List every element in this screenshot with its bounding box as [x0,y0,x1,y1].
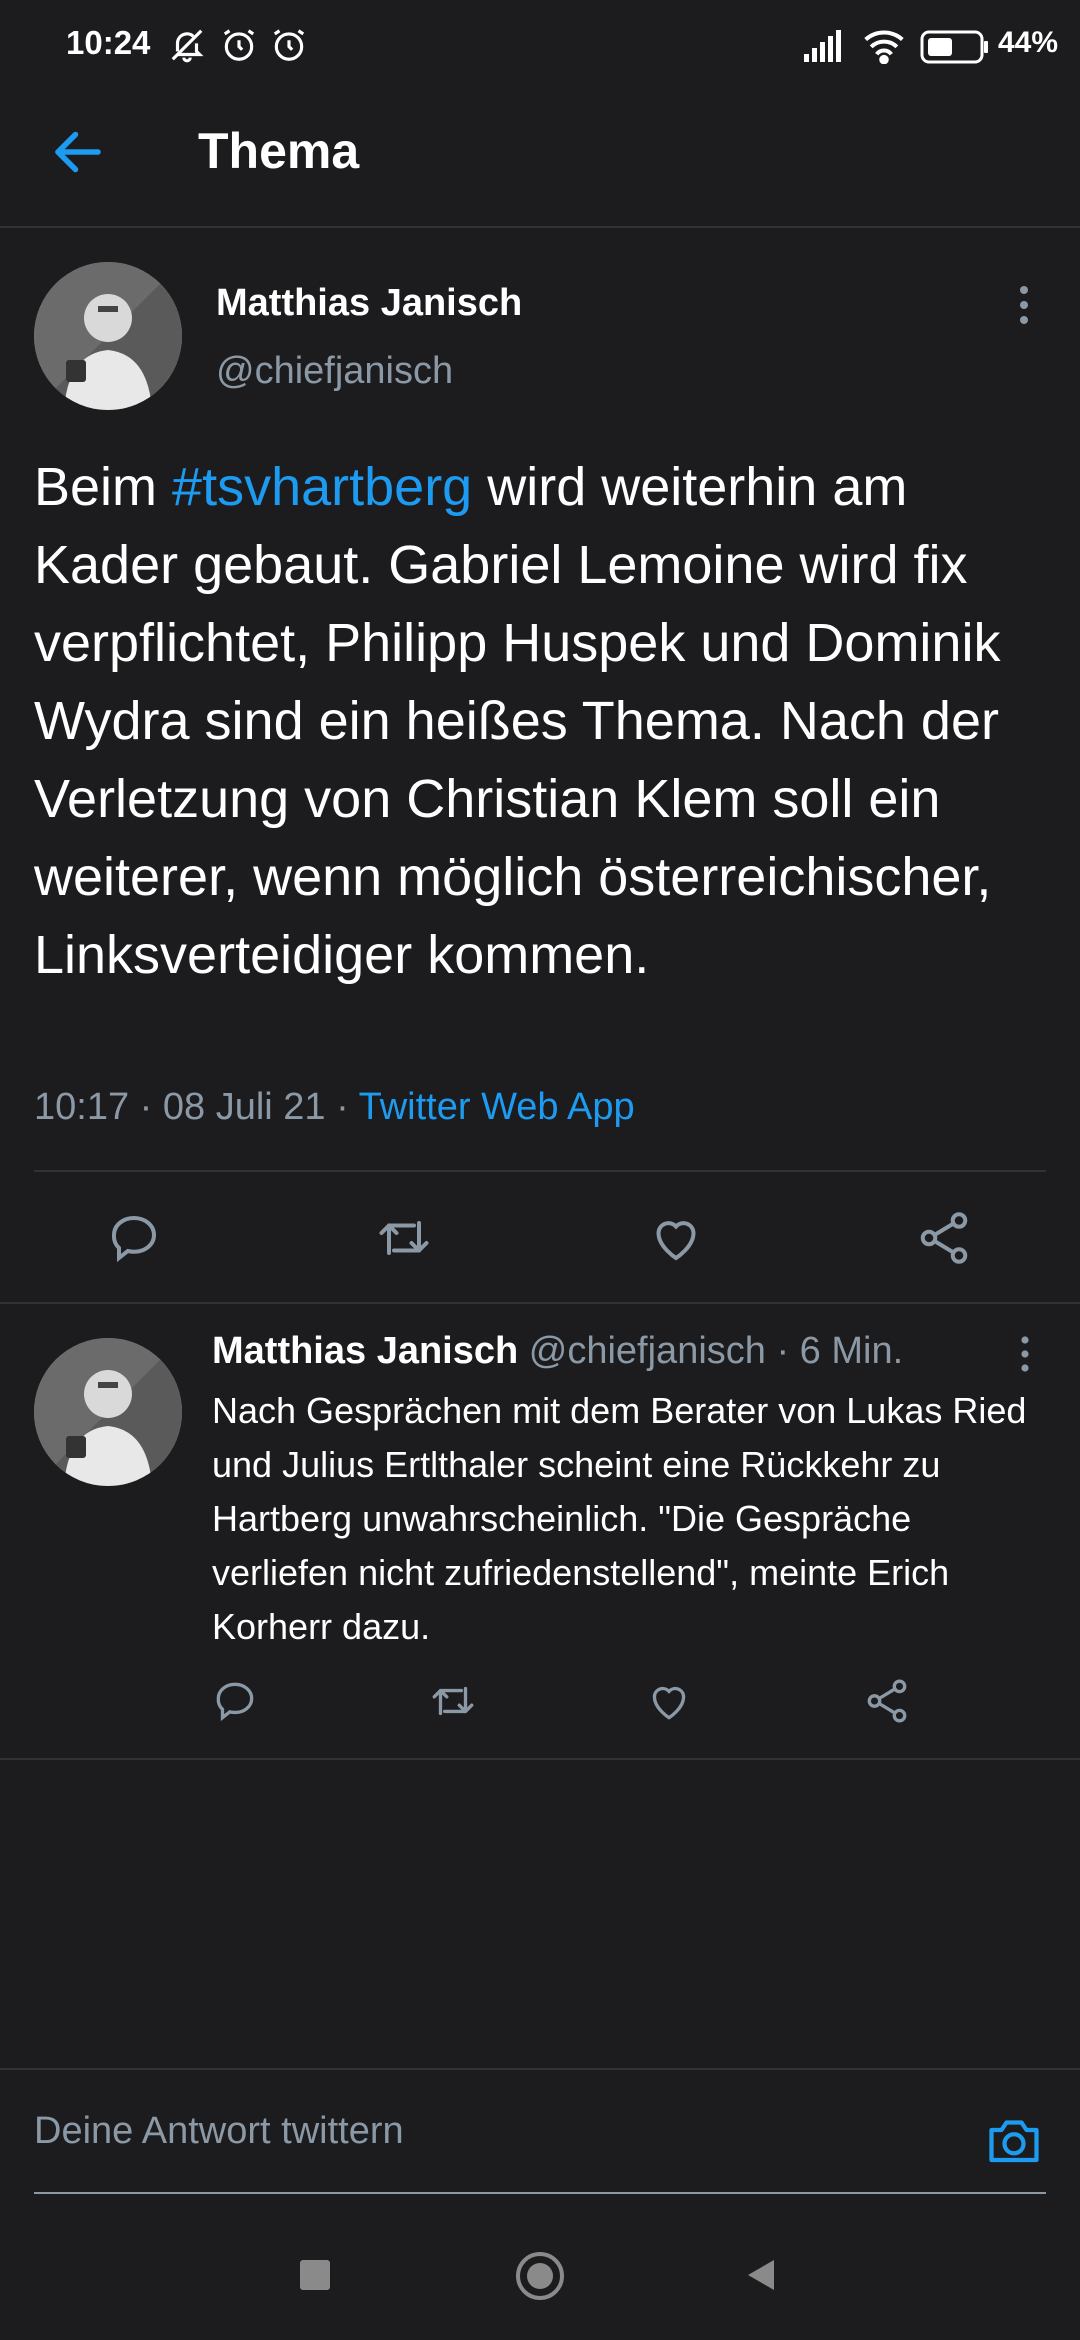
tweet-text: Beim #tsvhartberg wird weiterhin am Kade… [34,448,1044,994]
tweet-author-name[interactable]: Matthias Janisch [216,282,522,325]
share-icon[interactable] [862,1676,912,1726]
reply-icon[interactable] [104,1208,164,1268]
notifications-off-icon [168,26,206,69]
reply-compose-input[interactable] [34,2110,934,2153]
reply-author-name[interactable]: Matthias Janisch [212,1330,518,1372]
share-icon[interactable] [914,1208,974,1268]
tweet-text-part: wird weiterhin am Kader gebaut. Gabriel … [34,457,1001,985]
battery-percent: 44% [998,26,1059,59]
status-time: 10:24 [66,24,151,61]
camera-icon[interactable] [984,2110,1044,2170]
page-title: Thema [198,123,360,179]
divider [0,1302,1080,1304]
tweet-timestamp: 10:17 · 08 Juli 21 · [34,1086,359,1128]
divider [0,1758,1080,1760]
back-button[interactable] [736,2250,786,2300]
tweet-author-handle[interactable]: @chiefjanisch [216,350,453,393]
battery-icon [920,30,990,69]
tweet-meta: 10:17 · 08 Juli 21 · Twitter Web App [34,1086,635,1129]
app-header: Thema [0,92,1080,228]
recent-apps-button[interactable] [290,2250,340,2300]
tweet-text-part: Beim [34,457,173,517]
reply-author-handle-time[interactable]: @chiefjanisch · 6 Min. [518,1330,903,1372]
compose-underline [34,2192,1046,2194]
signal-icon [804,30,846,67]
home-button[interactable] [512,2248,568,2304]
like-icon[interactable] [644,1676,694,1726]
hashtag-link[interactable]: #tsvhartberg [172,457,472,517]
more-options-icon[interactable] [1010,1334,1040,1374]
tweet-source-link[interactable]: Twitter Web App [359,1086,635,1128]
retweet-icon[interactable] [428,1676,478,1726]
divider [0,2068,1080,2070]
alarm-icon [220,26,258,69]
alarm-icon [270,26,308,69]
arrow-left-icon[interactable] [48,122,108,182]
like-icon[interactable] [646,1208,706,1268]
divider [34,1170,1046,1172]
more-options-icon[interactable] [1006,282,1042,328]
reply-icon[interactable] [210,1676,260,1726]
wifi-icon [862,26,906,69]
avatar[interactable] [34,1338,182,1486]
reply-text: Nach Gesprächen mit dem Berater von Luka… [212,1390,1027,1647]
retweet-icon[interactable] [374,1208,434,1268]
reply-header: Matthias Janisch @chiefjanisch · 6 Min. [212,1330,903,1373]
avatar[interactable] [34,262,182,410]
status-bar: 10:24 44% [0,0,1080,92]
